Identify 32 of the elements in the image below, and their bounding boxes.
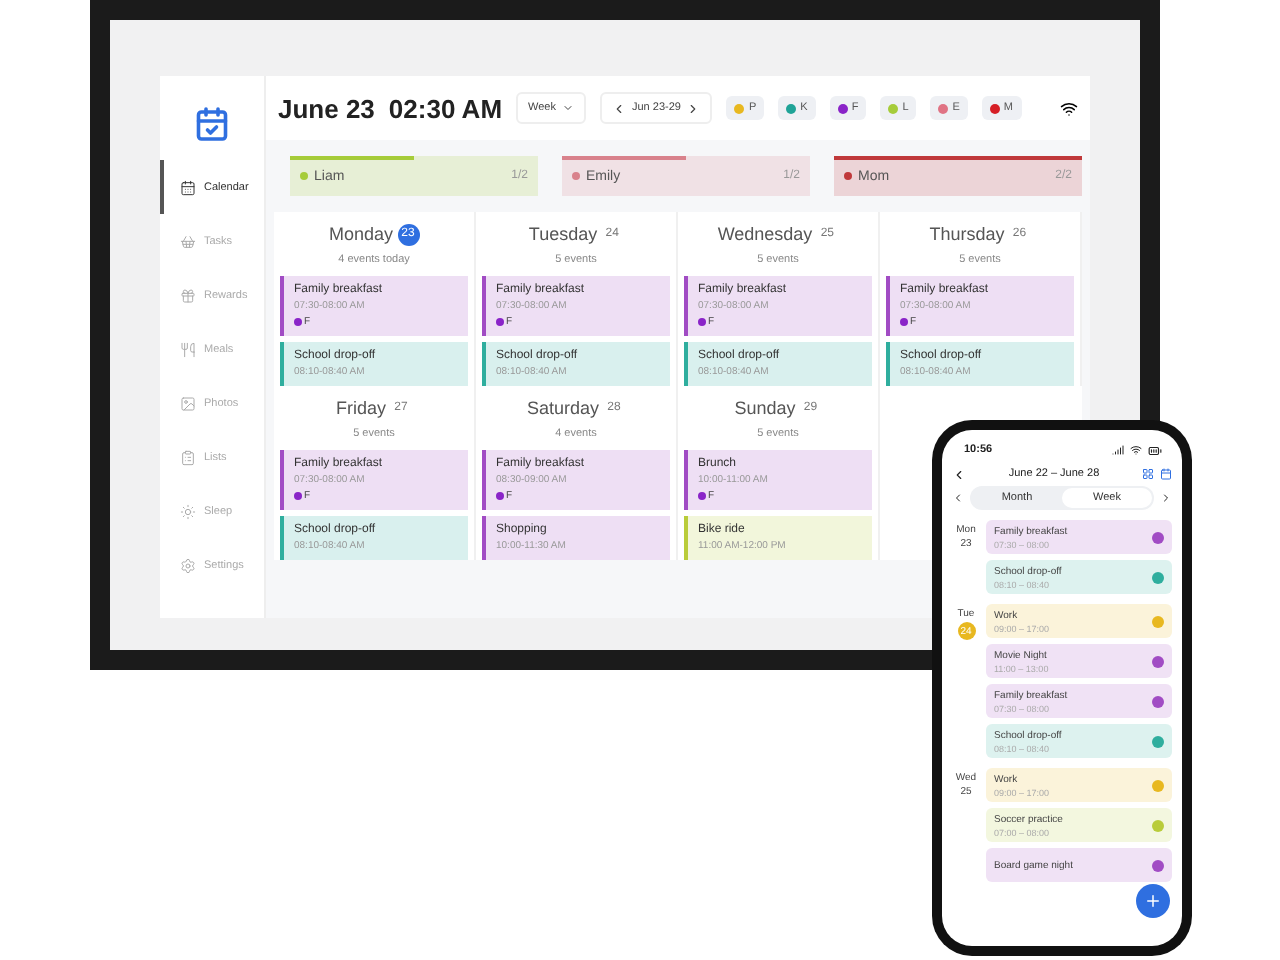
wifi-icon: [1060, 99, 1078, 117]
utensils-icon: [180, 341, 196, 357]
back-icon[interactable]: [952, 467, 966, 481]
calendar-icon: [180, 179, 196, 195]
wifi-icon: [1130, 444, 1142, 456]
calendar-icon[interactable]: [1160, 468, 1173, 480]
grid-icon[interactable]: [1142, 468, 1155, 480]
image-icon: [180, 395, 196, 411]
date-title: June 23: [278, 93, 375, 123]
day-name: Wednesday: [717, 224, 813, 244]
add-button[interactable]: [1136, 884, 1170, 918]
gift-icon: [180, 287, 196, 303]
day-name: Friday: [335, 398, 386, 418]
sun-icon: [180, 503, 196, 519]
day-name: Thursday: [929, 224, 1005, 244]
clipboard-icon: [180, 449, 196, 465]
day-name: Saturday: [526, 398, 600, 418]
day-name: Sunday: [734, 398, 796, 418]
calendar-check-icon: [194, 106, 230, 142]
chevron-right-icon[interactable]: [1160, 492, 1172, 504]
plus-icon: [1144, 892, 1162, 910]
basket-icon: [180, 233, 196, 249]
caret-icon: [562, 102, 574, 114]
chevron-left-icon: [612, 101, 626, 115]
chevron-left-icon[interactable]: [952, 492, 964, 504]
signal-icon: [1112, 444, 1124, 456]
settings-icon: [180, 557, 196, 573]
battery-icon: [1148, 443, 1162, 457]
clock-time: 02:30 AM: [388, 93, 503, 123]
chevron-right-icon: [686, 101, 701, 115]
day-name: Monday: [328, 224, 394, 244]
day-name: Tuesday: [528, 224, 598, 244]
